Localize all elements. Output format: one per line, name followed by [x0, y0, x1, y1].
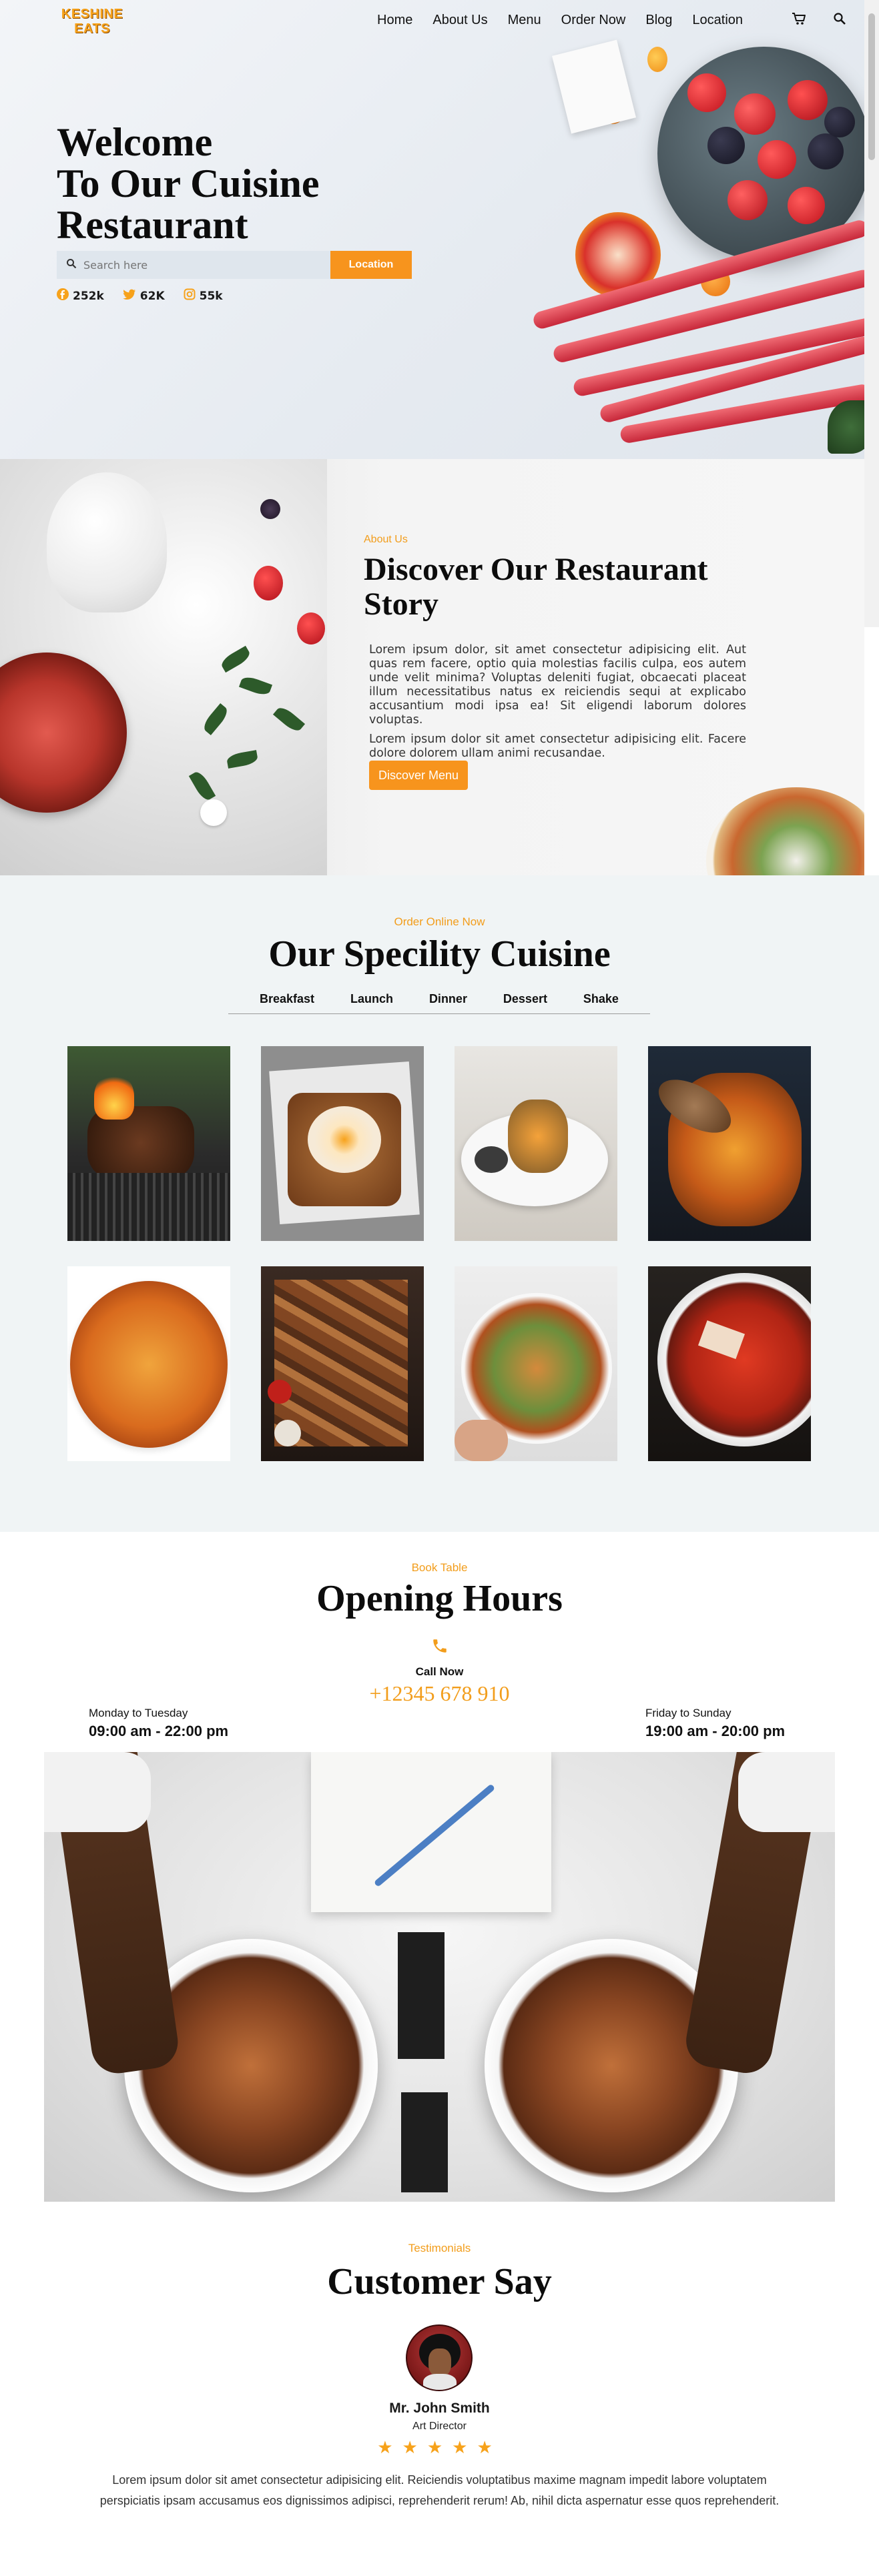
dish-card[interactable]: [261, 1046, 424, 1241]
about-subtitle: About Us: [364, 534, 408, 545]
brand-logo[interactable]: KESHINE EATS: [59, 7, 125, 36]
dish-card[interactable]: [455, 1266, 617, 1461]
reviewer-name: Mr. John Smith: [389, 2401, 490, 2416]
reviewer-role: Art Director: [412, 2421, 467, 2432]
nav-order-now[interactable]: Order Now: [561, 11, 626, 29]
twitter-icon: [123, 289, 136, 304]
weekend-hours: 19:00 am - 20:00 pm: [645, 1723, 786, 1739]
testimonials-title: Customer Say: [327, 2261, 552, 2302]
testimonials-subtitle: Testimonials: [408, 2242, 471, 2254]
facebook-count: 252k: [73, 289, 104, 303]
call-now-label: Call Now: [415, 1665, 464, 1678]
tab-dessert[interactable]: Dessert: [503, 990, 547, 1013]
twitter-stat[interactable]: 62K: [123, 288, 165, 304]
discover-menu-button[interactable]: Discover Menu: [369, 761, 468, 790]
about-paragraph-1: Lorem ipsum dolor, sit amet consectetur …: [369, 643, 746, 727]
cart-icon[interactable]: [790, 9, 808, 28]
search-input[interactable]: [83, 258, 310, 272]
opening-hours-section: Book Table Opening Hours Call Now +12345…: [0, 1532, 879, 2226]
search-icon[interactable]: [830, 9, 849, 28]
dish-card[interactable]: [648, 1266, 811, 1461]
social-stats: 252k 62K 55k: [57, 288, 223, 304]
weekday-hours-block: Monday to Tuesday 09:00 am - 22:00 pm: [89, 1707, 228, 1740]
dish-card[interactable]: [67, 1266, 230, 1461]
nav-menu[interactable]: Menu: [508, 11, 541, 29]
specialty-section: Order Online Now Our Specility Cuisine B…: [0, 875, 879, 1532]
facebook-stat[interactable]: 252k: [57, 288, 104, 304]
hero-title-line1: Welcome: [57, 120, 213, 164]
nav-home[interactable]: Home: [377, 11, 412, 29]
about-section: About Us Discover Our Restaurant Story L…: [0, 459, 864, 875]
search-icon: [66, 258, 77, 272]
hours-title: Opening Hours: [316, 1578, 563, 1619]
hero-title-line3: Restaurant: [57, 203, 248, 247]
twitter-count: 62K: [139, 289, 165, 303]
tab-breakfast[interactable]: Breakfast: [260, 990, 314, 1013]
weekday-hours: 09:00 am - 22:00 pm: [89, 1723, 229, 1739]
phone-number[interactable]: +12345 678 910: [0, 1681, 879, 1706]
weekend-hours-block: Friday to Sunday 19:00 am - 20:00 pm: [645, 1707, 785, 1740]
instagram-stat[interactable]: 55k: [184, 288, 223, 304]
menu-tabs: Breakfast Launch Dinner Dessert Shake: [228, 990, 650, 1014]
top-navbar: KESHINE EATS Home About Us Menu Order No…: [0, 0, 864, 40]
hero-title-line2: To Our Cuisine: [57, 161, 320, 205]
instagram-count: 55k: [199, 289, 223, 303]
about-body: Lorem ipsum dolor, sit amet consectetur …: [369, 643, 746, 766]
facebook-icon: [57, 288, 69, 304]
dish-card[interactable]: [455, 1046, 617, 1241]
weekday-label: Monday to Tuesday: [89, 1707, 188, 1719]
phone-icon: [431, 1637, 449, 1655]
salad-bowl-image: [706, 787, 864, 875]
tab-launch[interactable]: Launch: [350, 990, 393, 1013]
rating-stars: ★★★★★: [377, 2438, 502, 2458]
about-food-image: [0, 459, 327, 875]
specialty-title: Our Specility Cuisine: [268, 933, 611, 975]
noodle-table-image: [44, 1752, 835, 2202]
instagram-icon: [184, 288, 196, 304]
about-title: Discover Our Restaurant Story: [364, 552, 708, 622]
testimonials-section: Testimonials Customer Say Mr. John Smith…: [0, 2226, 879, 2576]
about-paragraph-2: Lorem ipsum dolor sit amet consectetur a…: [369, 733, 746, 760]
hero-search-box: [57, 251, 330, 279]
nav-links: Home About Us Menu Order Now Blog Locati…: [377, 11, 763, 29]
specialty-subtitle: Order Online Now: [394, 915, 485, 928]
hours-subtitle: Book Table: [411, 1561, 468, 1574]
nav-location[interactable]: Location: [692, 11, 743, 29]
hero-section: Welcome To Our Cuisine Restaurant Locati…: [0, 0, 864, 459]
nav-about-us[interactable]: About Us: [432, 11, 487, 29]
dish-card[interactable]: [67, 1046, 230, 1241]
hero-title: Welcome To Our Cuisine Restaurant: [57, 121, 320, 246]
tab-dinner[interactable]: Dinner: [429, 990, 467, 1013]
location-button[interactable]: Location: [330, 251, 412, 279]
weekend-label: Friday to Sunday: [645, 1707, 731, 1719]
avatar: [406, 2324, 473, 2391]
dish-card[interactable]: [648, 1046, 811, 1241]
dish-card[interactable]: [261, 1266, 424, 1461]
tab-shake[interactable]: Shake: [583, 990, 619, 1013]
testimonial-quote: Lorem ipsum dolor sit amet consectetur a…: [99, 2473, 780, 2507]
nav-blog[interactable]: Blog: [645, 11, 672, 29]
page-scrollbar[interactable]: [864, 0, 879, 627]
